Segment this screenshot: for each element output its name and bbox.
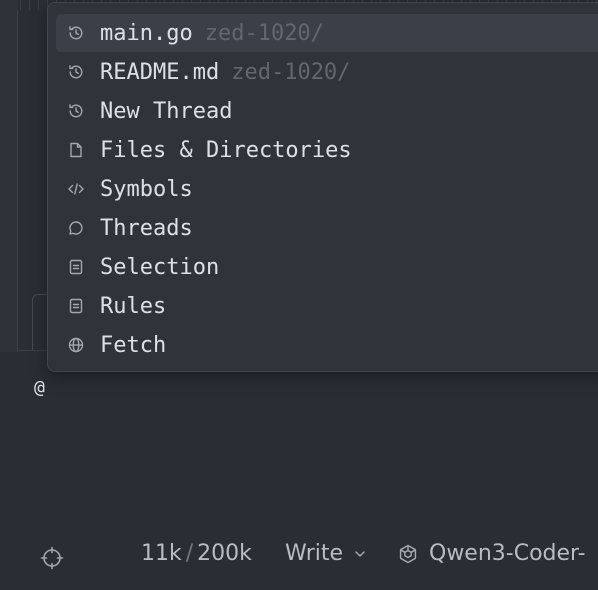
menu-item-label: New Thread [100, 98, 233, 124]
menu-item-label: Fetch [100, 332, 167, 358]
token-usage: 11k/200k [141, 541, 252, 566]
model-label: Qwen3-Coder- [429, 541, 586, 566]
menu-item-path: zed-1020/ [204, 20, 324, 46]
left-sidebar-strip [0, 0, 18, 352]
mention-popup: main.go zed-1020/ README.md zed-1020/ Ne… [47, 2, 598, 372]
chat-bubble-icon [66, 218, 86, 238]
text-snippet-icon [66, 296, 86, 316]
menu-item-selection[interactable]: Selection [56, 248, 598, 286]
menu-item-label: Threads [100, 215, 193, 241]
menu-item-label: Selection [100, 254, 220, 280]
menu-item-label: Symbols [100, 176, 193, 202]
file-icon [66, 140, 86, 160]
menu-item-label: Rules [100, 293, 167, 319]
menu-item-symbols[interactable]: Symbols [56, 170, 598, 208]
history-icon [66, 23, 86, 43]
menu-item-threads[interactable]: Threads [56, 209, 598, 247]
chevron-down-icon [355, 550, 365, 557]
menu-item-path: zed-1020/ [231, 59, 351, 85]
model-provider-icon [399, 544, 417, 563]
tokens-used: 11k [141, 541, 182, 566]
menu-item-files-directories[interactable]: Files & Directories [56, 131, 598, 169]
history-icon [66, 101, 86, 121]
globe-icon [66, 335, 86, 355]
menu-item-new-thread[interactable]: New Thread [56, 92, 598, 130]
code-icon [66, 179, 86, 199]
tokens-separator: / [185, 541, 194, 566]
menu-item-rules[interactable]: Rules [56, 287, 598, 325]
menu-item-main-go[interactable]: main.go zed-1020/ [56, 14, 598, 52]
left-sidebar-strip-lower [0, 352, 17, 590]
model-selector[interactable]: Qwen3-Coder- [397, 541, 586, 566]
history-icon [66, 62, 86, 82]
agent-panel: main.go zed-1020/ README.md zed-1020/ Ne… [0, 0, 598, 590]
menu-item-label: Files & Directories [100, 137, 352, 163]
text-snippet-icon [66, 257, 86, 277]
crosshair-icon[interactable] [40, 546, 64, 570]
menu-item-label: README.md [100, 59, 220, 85]
tokens-limit: 200k [197, 541, 252, 566]
menu-item-readme[interactable]: README.md zed-1020/ [56, 53, 598, 91]
mode-selector[interactable]: Write [285, 541, 367, 566]
message-input-text[interactable]: @ [34, 377, 45, 398]
menu-item-label: main.go [100, 20, 193, 46]
mode-label: Write [285, 541, 344, 566]
menu-item-fetch[interactable]: Fetch [56, 326, 598, 364]
